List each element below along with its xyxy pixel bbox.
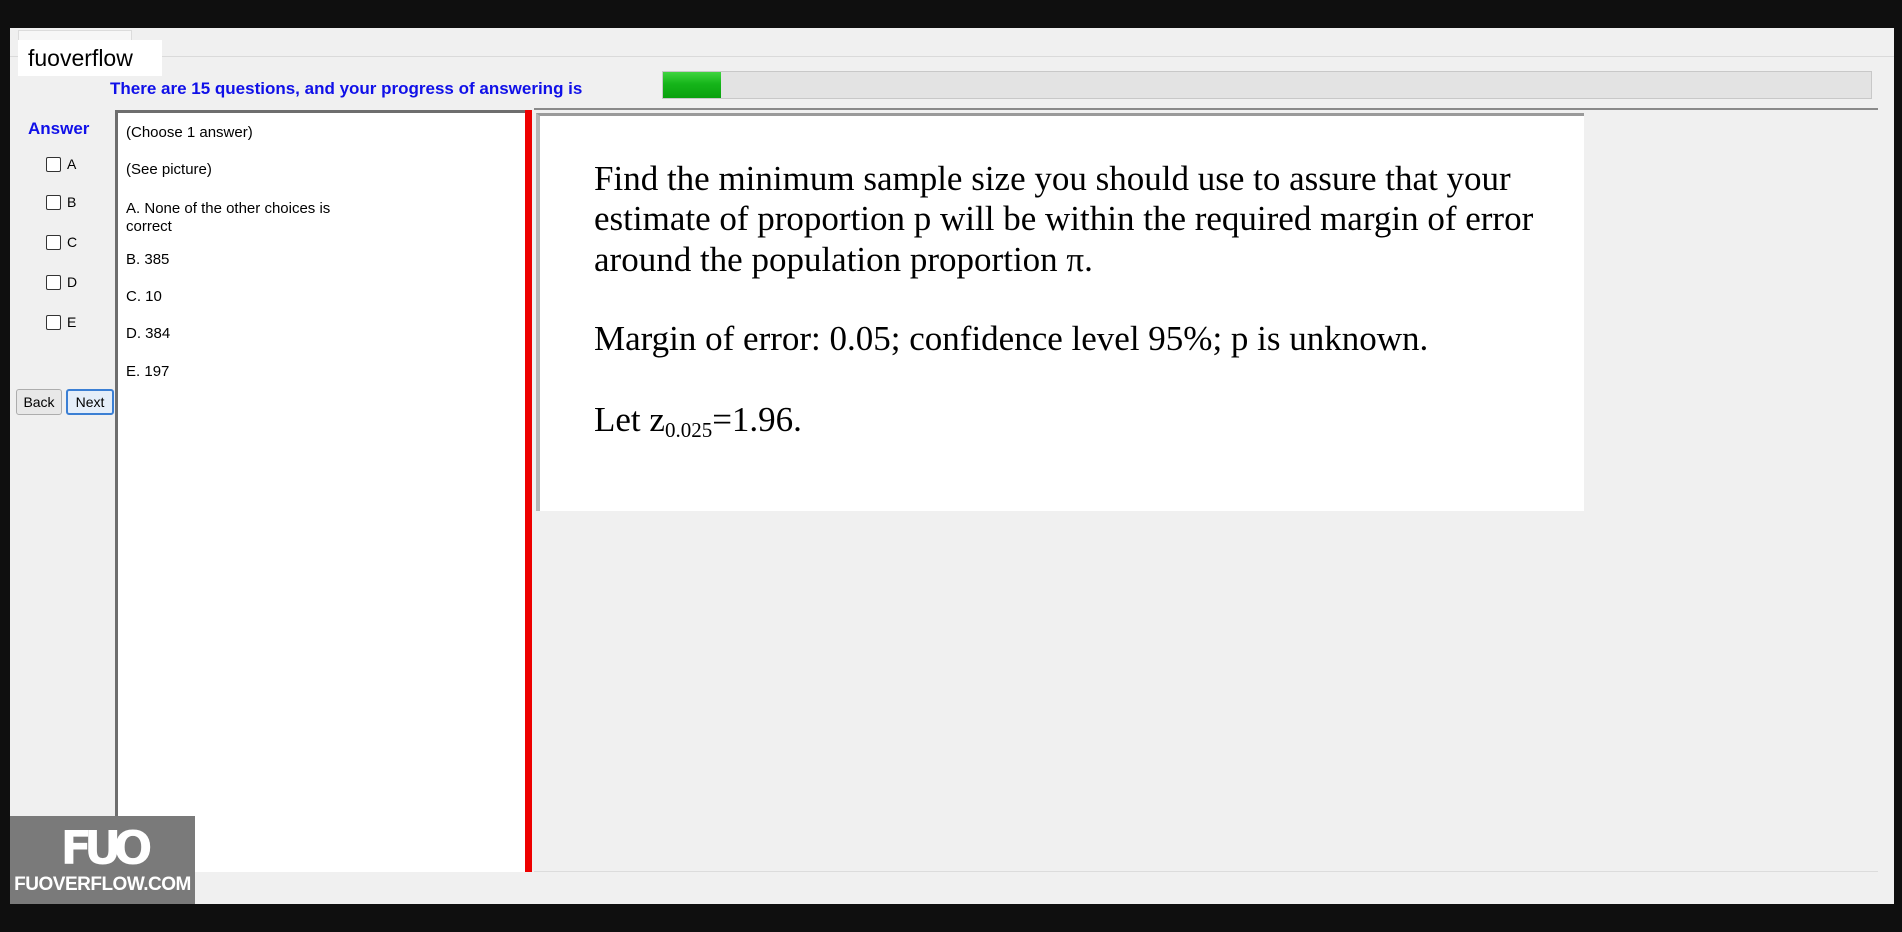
answer-checkbox-d[interactable]: D (46, 272, 77, 292)
option-a: A. None of the other choices is correct (126, 200, 330, 236)
answer-checkbox-e[interactable]: E (46, 312, 76, 332)
checkbox-b[interactable] (46, 194, 61, 210)
next-button[interactable]: Next (66, 389, 114, 415)
watermark-logo: FUO FUOVERFLOW.COM (10, 816, 195, 904)
answer-checkbox-a[interactable]: A (46, 154, 76, 174)
checkbox-label-a: A (67, 156, 77, 172)
checkbox-e[interactable] (46, 314, 61, 330)
splitter-bar[interactable] (525, 110, 532, 872)
option-e: E. 197 (126, 363, 169, 381)
question-line-5: Let z0.025=1.96. (594, 399, 802, 451)
instruction-text: (Choose 1 answer) (126, 124, 253, 141)
question-line-2: estimate of proportion p will be within … (594, 199, 1534, 238)
header-divider (10, 56, 1894, 57)
option-e-text: 197 (144, 363, 170, 380)
option-a-text-cont: correct (126, 218, 172, 235)
answer-title: Answer (28, 119, 90, 138)
option-b-text: 385 (144, 251, 170, 268)
option-b-letter: B. (126, 251, 141, 268)
option-d-text: 384 (145, 325, 171, 342)
quiz-window: fuoverflow There are 15 questions, and y… (10, 28, 1894, 904)
option-b: B. 385 (126, 251, 169, 269)
brand-label: fuoverflow (18, 40, 162, 76)
watermark-text: FUOVERFLOW.COM (14, 874, 191, 895)
let-suffix: =1.96. (712, 400, 802, 439)
z-subscript: 0.025 (664, 418, 713, 442)
progress-text: There are 15 questions, and your progres… (110, 79, 583, 98)
checkbox-c[interactable] (46, 234, 61, 250)
options-panel: (Choose 1 answer) (See picture) A. None … (115, 110, 531, 872)
checkbox-label-b: B (67, 194, 77, 210)
option-d: D. 384 (126, 325, 170, 343)
option-a-letter: A. (126, 200, 141, 217)
checkbox-label-e: E (67, 314, 77, 330)
answer-checkbox-b[interactable]: B (46, 192, 76, 212)
question-line-4: Margin of error: 0.05; confidence level … (594, 319, 1429, 358)
option-c-text: 10 (145, 288, 162, 305)
option-a-text: None of the other choices is (144, 200, 331, 217)
watermark-logo-mark: FUO (60, 821, 153, 875)
answer-checkbox-c[interactable]: C (46, 232, 77, 252)
question-line-3: around the population proportion π. (594, 240, 1093, 279)
checkbox-a[interactable] (46, 156, 61, 172)
option-c-letter: C. (126, 288, 141, 305)
option-c: C. 10 (126, 288, 162, 306)
checkbox-d[interactable] (46, 274, 61, 290)
progress-bar-fill (663, 72, 721, 98)
question-line-1: Find the minimum sample size you should … (594, 159, 1511, 198)
option-e-letter: E. (126, 363, 141, 380)
option-d-letter: D. (126, 325, 141, 342)
question-image: Find the minimum sample size you should … (536, 113, 1584, 511)
progress-bar (662, 71, 1872, 99)
question-image-area: Find the minimum sample size you should … (534, 108, 1878, 872)
checkbox-label-c: C (67, 234, 78, 250)
checkbox-label-d: D (67, 274, 78, 290)
see-picture-text: (See picture) (126, 161, 212, 178)
back-button[interactable]: Back (16, 389, 62, 415)
let-prefix: Let z (594, 400, 665, 439)
